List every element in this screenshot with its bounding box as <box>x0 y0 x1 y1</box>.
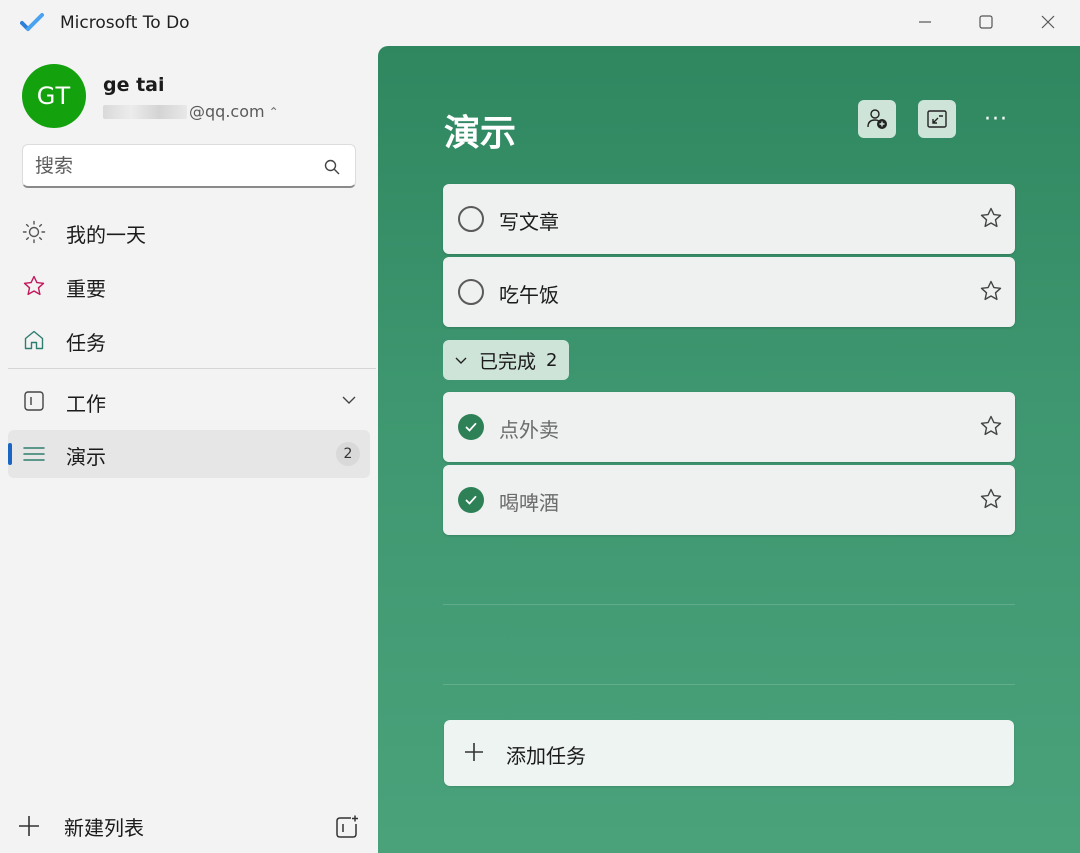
plus-icon <box>19 816 39 836</box>
task-list-panel: 演示 ··· 写文章 吃午饭 已完成 2 点外卖 喝啤酒 添加任务 <box>378 46 1080 853</box>
task-title: 写文章 <box>499 210 559 234</box>
task-item-completed[interactable]: 点外卖 <box>443 392 1015 462</box>
close-button[interactable] <box>1018 0 1078 44</box>
more-icon: ··· <box>984 106 1008 132</box>
maximize-button[interactable] <box>956 0 1016 44</box>
completed-group-toggle[interactable]: 已完成 2 <box>443 340 570 380</box>
task-count-badge: 2 <box>336 442 360 466</box>
star-icon[interactable] <box>979 414 1003 438</box>
sidebar-group-work[interactable]: 工作 <box>8 377 370 425</box>
avatar[interactable]: GT <box>22 64 86 128</box>
avatar-initials: GT <box>36 82 72 110</box>
user-email-suffix: @qq.com <box>189 102 265 121</box>
sidebar-item-my-day[interactable]: 我的一天 <box>8 208 370 256</box>
sidebar-item-label: 演示 <box>66 445 106 469</box>
search-icon[interactable] <box>323 158 341 176</box>
task-title: 点外卖 <box>499 418 559 442</box>
empty-row-line <box>443 684 1015 685</box>
sidebar-item-label: 任务 <box>66 331 106 355</box>
add-task-label: 添加任务 <box>506 744 586 768</box>
sidebar-item-demo[interactable]: 演示 2 <box>8 430 370 478</box>
picture-in-picture-icon <box>927 110 947 128</box>
task-item-completed[interactable]: 喝啤酒 <box>443 465 1015 535</box>
new-group-icon[interactable] <box>334 814 360 840</box>
complete-checkbox-icon[interactable] <box>458 279 484 305</box>
minimize-button[interactable] <box>895 0 955 44</box>
person-add-icon <box>867 109 887 129</box>
suggestions-button[interactable] <box>918 100 956 138</box>
todo-check-logo-icon <box>20 13 44 31</box>
more-options-button[interactable]: ··· <box>978 100 1014 138</box>
checkmark-icon <box>465 422 477 432</box>
minimize-icon <box>919 21 931 23</box>
maximize-icon <box>979 15 993 29</box>
sidebar-item-important[interactable]: 重要 <box>8 262 370 310</box>
checkmark-icon <box>465 495 477 505</box>
list-icon <box>23 447 45 461</box>
sun-icon <box>22 220 46 244</box>
task-title: 喝啤酒 <box>499 491 559 515</box>
sidebar: GT ge tai @qq.com ⌃ 我的一天 重要 <box>0 46 378 853</box>
home-icon <box>24 330 44 350</box>
masked-email-prefix <box>103 104 187 119</box>
close-icon <box>1041 15 1055 29</box>
search-box[interactable] <box>22 144 356 188</box>
search-input[interactable] <box>35 152 305 180</box>
empty-row-line <box>443 604 1015 605</box>
sidebar-item-tasks[interactable]: 任务 <box>8 316 370 364</box>
completed-check-icon[interactable] <box>458 487 484 513</box>
chevron-updown-icon: ⌃ <box>268 104 279 119</box>
add-task-field[interactable]: 添加任务 <box>444 720 1014 786</box>
completed-count: 2 <box>546 349 558 371</box>
list-title[interactable]: 演示 <box>444 104 516 156</box>
star-icon[interactable] <box>979 206 1003 230</box>
completed-label: 已完成 <box>479 350 537 373</box>
active-indicator <box>8 443 12 465</box>
plus-icon <box>465 743 483 761</box>
new-list-button[interactable]: 新建列表 <box>16 810 144 842</box>
task-title: 吃午饭 <box>499 283 559 307</box>
sidebar-item-label: 工作 <box>66 392 106 416</box>
star-icon[interactable] <box>979 487 1003 511</box>
completed-check-icon[interactable] <box>458 414 484 440</box>
share-list-button[interactable] <box>858 100 896 138</box>
star-icon[interactable] <box>979 279 1003 303</box>
task-item[interactable]: 写文章 <box>443 184 1015 254</box>
complete-checkbox-icon[interactable] <box>458 206 484 232</box>
user-name[interactable]: ge tai <box>103 74 165 96</box>
sidebar-item-label: 我的一天 <box>66 223 146 247</box>
star-icon <box>23 275 45 296</box>
group-icon <box>24 391 44 411</box>
chevron-down-icon[interactable] <box>340 391 358 409</box>
window-title: Microsoft To Do <box>60 13 190 33</box>
new-list-label: 新建列表 <box>64 815 144 840</box>
account-switcher[interactable]: @qq.com ⌃ <box>103 102 279 121</box>
sidebar-divider <box>8 368 376 369</box>
sidebar-item-label: 重要 <box>66 277 106 301</box>
task-item[interactable]: 吃午饭 <box>443 257 1015 327</box>
title-bar: Microsoft To Do <box>0 0 1080 46</box>
chevron-down-icon <box>455 357 467 364</box>
